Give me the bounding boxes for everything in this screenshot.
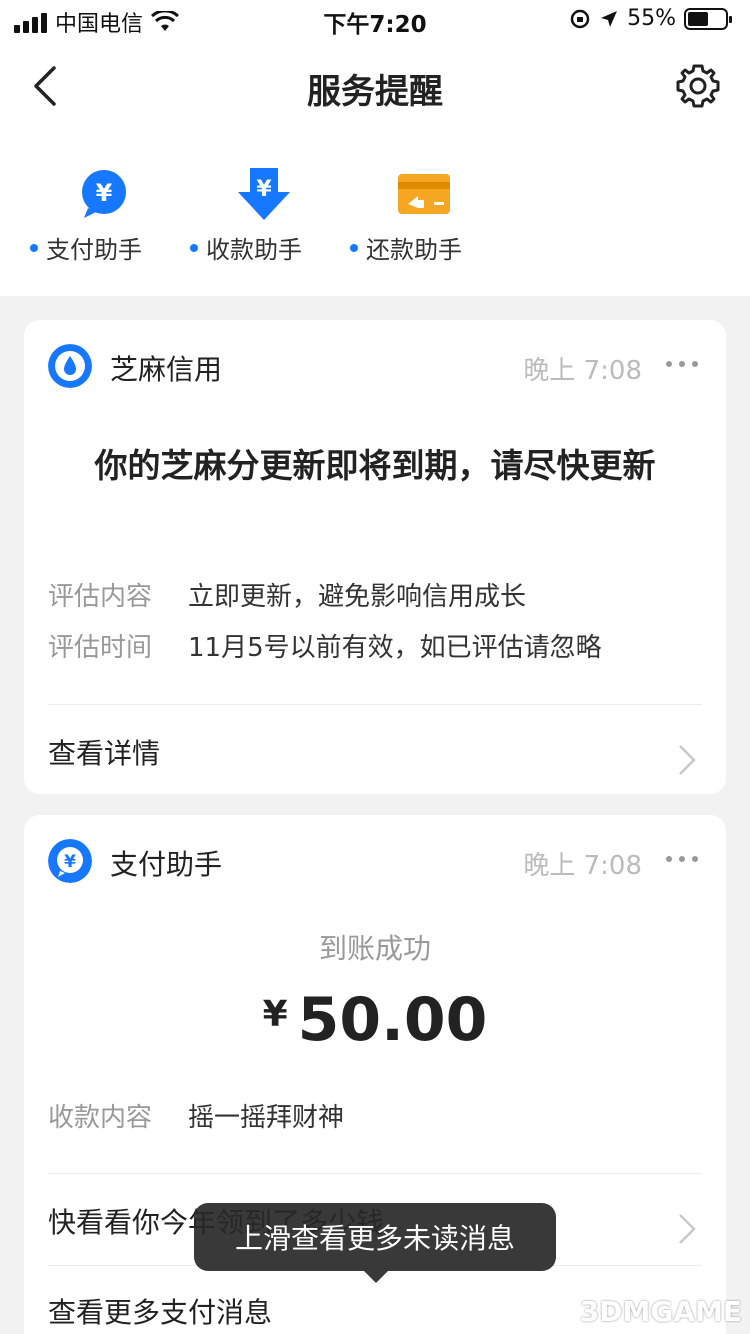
amount-value: 50.00 xyxy=(297,985,488,1055)
yuan-bubble-icon: ¥ xyxy=(82,170,126,218)
svg-text:¥: ¥ xyxy=(96,179,113,207)
scroll-hint-toast: 上滑查看更多未读消息 xyxy=(194,1203,556,1283)
payment-status: 到账成功 xyxy=(318,932,431,965)
divider xyxy=(48,704,702,705)
svg-text:¥: ¥ xyxy=(64,852,76,872)
message-source: 芝麻信用 xyxy=(110,353,223,386)
shortcut-receipt-assistant[interactable]: ¥ 收款助手 xyxy=(190,160,340,270)
page-title: 服务提醒 xyxy=(307,72,443,112)
message-source: 支付助手 xyxy=(110,848,223,881)
shortcut-label: 还款助手 xyxy=(366,236,462,264)
yuan-bubble-icon: ¥ xyxy=(48,839,92,883)
divider xyxy=(48,1173,702,1174)
nav-bar: 服务提醒 xyxy=(0,48,750,124)
shortcut-label: 支付助手 xyxy=(46,236,142,264)
location-icon xyxy=(601,10,618,27)
unread-dot xyxy=(30,243,38,252)
assistant-shortcuts: ¥ 支付助手 ¥ 收款助手 还款助手 xyxy=(0,160,750,280)
info-key: 收款内容 xyxy=(48,1103,153,1133)
battery-level xyxy=(688,11,708,26)
top-panel: 中国电信 下午7:20 55% 服务提醒 ¥ 支付助手 ¥ 收款助手 还款助手 xyxy=(0,0,750,296)
unread-dot xyxy=(350,243,358,252)
battery-percent: 55% xyxy=(627,6,676,31)
more-options-icon[interactable] xyxy=(662,839,702,879)
info-row: 评估内容 立即更新，避免影响信用成长 xyxy=(48,576,526,613)
message-time: 晚上 7:08 xyxy=(523,851,642,881)
info-row: 收款内容 摇一摇拜财神 xyxy=(48,1097,344,1134)
message-time: 晚上 7:08 xyxy=(523,356,642,386)
view-details-link[interactable]: 查看详情 xyxy=(48,732,702,792)
info-row: 评估时间 11月5号以前有效，如已评估请忽略 xyxy=(48,627,602,664)
info-key: 评估内容 xyxy=(48,582,153,612)
sesame-credit-card: 芝麻信用 晚上 7:08 你的芝麻分更新即将到期，请尽快更新 评估内容 立即更新… xyxy=(24,320,726,794)
battery-icon xyxy=(684,7,732,30)
more-options-icon[interactable] xyxy=(662,344,702,384)
chevron-right-icon xyxy=(679,1214,696,1244)
message-headline: 你的芝麻分更新即将到期，请尽快更新 xyxy=(94,446,656,485)
shortcut-label: 收款助手 xyxy=(206,236,302,264)
info-key: 评估时间 xyxy=(48,633,153,663)
info-value: 11月5号以前有效，如已评估请忽略 xyxy=(188,633,602,663)
currency-symbol: ¥ xyxy=(262,994,288,1035)
link-label: 查看详情 xyxy=(48,737,161,770)
shortcut-repay-assistant[interactable]: 还款助手 xyxy=(350,160,500,270)
status-bar: 中国电信 下午7:20 55% xyxy=(0,0,750,40)
unread-dot xyxy=(190,243,198,252)
card-header: ¥ 支付助手 晚上 7:08 xyxy=(48,839,702,885)
yuan-down-arrow-icon: ¥ xyxy=(238,168,290,220)
site-watermark: 3DMGAME xyxy=(579,1295,742,1328)
svg-text:¥: ¥ xyxy=(256,177,272,202)
sesame-credit-logo-icon xyxy=(48,344,92,388)
settings-gear-icon[interactable] xyxy=(672,60,724,112)
card-repay-icon xyxy=(398,174,450,214)
card-header: 芝麻信用 晚上 7:08 xyxy=(48,344,702,390)
info-value: 立即更新，避免影响信用成长 xyxy=(188,582,527,612)
chevron-right-icon xyxy=(679,745,696,775)
shortcut-payment-assistant[interactable]: ¥ 支付助手 xyxy=(30,160,180,270)
rotation-lock-icon xyxy=(570,9,590,28)
info-value: 摇一摇拜财神 xyxy=(188,1103,345,1133)
link-label: 查看更多支付消息 xyxy=(48,1296,273,1329)
payment-amount: ¥50.00 xyxy=(24,985,726,1055)
